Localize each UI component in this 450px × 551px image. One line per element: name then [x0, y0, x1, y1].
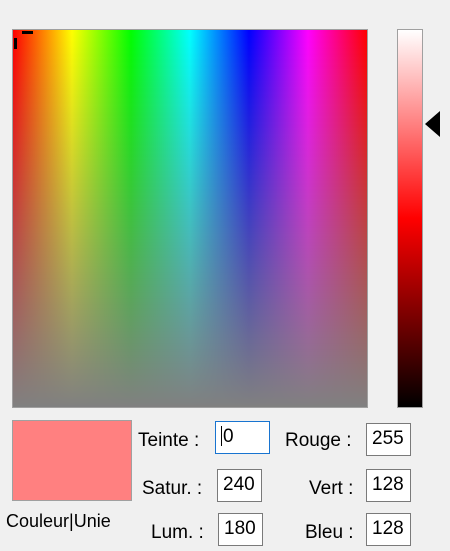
luminance-input[interactable]: 180 — [218, 513, 263, 546]
green-input[interactable]: 128 — [366, 469, 411, 502]
hue-input[interactable]: 0 — [215, 421, 270, 454]
hue-saturation-spectrum[interactable] — [12, 29, 368, 408]
red-input[interactable]: 255 — [366, 423, 411, 456]
luminance-label: Lum. : — [151, 522, 204, 543]
blue-input[interactable]: 128 — [366, 513, 411, 546]
luminance-arrow-icon[interactable] — [425, 111, 440, 137]
hue-label: Teinte : — [138, 430, 200, 451]
saturation-input[interactable]: 240 — [217, 469, 262, 502]
red-label: Rouge : — [285, 430, 352, 451]
luminance-slider[interactable] — [397, 29, 423, 408]
color-preview-swatch — [12, 420, 132, 501]
blue-label: Bleu : — [305, 522, 354, 543]
saturation-label: Satur. : — [142, 478, 203, 499]
green-label: Vert : — [309, 478, 354, 499]
crosshair-icon — [14, 31, 33, 51]
solid-color-label: Couleur|Unie — [6, 511, 111, 531]
